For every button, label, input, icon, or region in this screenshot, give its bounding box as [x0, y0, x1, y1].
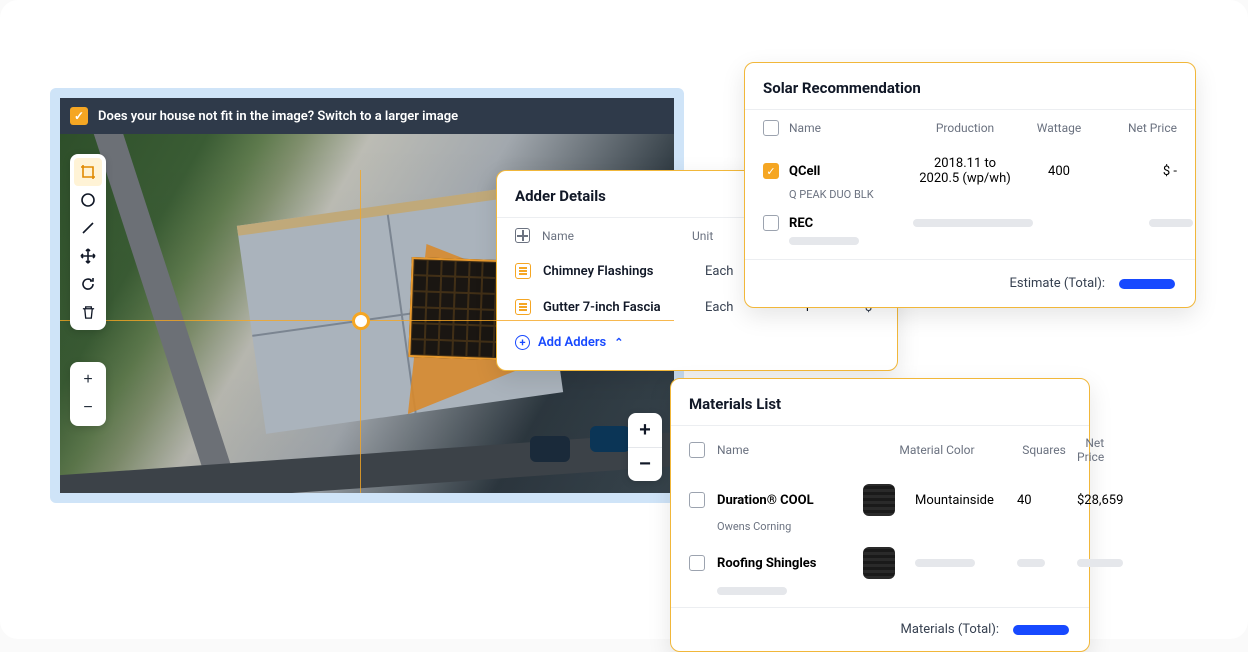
solar-name: QCell — [789, 164, 909, 179]
solar-production: 2018.11 to 2020.5 (wp/wh) — [913, 156, 1017, 186]
col-name: Name — [542, 229, 692, 243]
row-checkbox[interactable] — [689, 555, 705, 571]
col-net-price: Net Price — [1077, 436, 1104, 464]
solar-wattage: 400 — [1021, 164, 1097, 179]
material-net: $28,659 — [1077, 493, 1123, 508]
zoom-control: + − — [628, 413, 662, 481]
col-production: Production — [913, 121, 1017, 135]
crop-tool[interactable] — [74, 158, 102, 186]
tool-palette — [70, 154, 106, 330]
estimate-label: Estimate (Total): — [1009, 276, 1105, 291]
crosshair-center[interactable] — [352, 312, 370, 330]
solar-recommendation-card: Solar Recommendation Name Production Wat… — [744, 62, 1196, 308]
color-swatch[interactable] — [863, 547, 895, 579]
materials-list-card: Materials List Name Material Color Squar… — [670, 378, 1090, 652]
col-name: Name — [717, 443, 857, 457]
select-all-checkbox[interactable] — [689, 442, 705, 458]
materials-total — [1013, 625, 1069, 635]
note-icon — [515, 263, 531, 279]
materials-row[interactable]: Roofing Shingles — [671, 537, 1089, 607]
zoom-in-button[interactable]: + — [628, 413, 662, 447]
solar-row[interactable]: REC — [745, 205, 1195, 259]
map-banner[interactable]: ✓ Does your house not fit in the image? … — [60, 98, 674, 134]
row-checkbox[interactable]: ✓ — [763, 163, 779, 179]
circle-tool[interactable] — [74, 186, 102, 214]
materials-row[interactable]: Duration® COOL Mountainside 40 $28,659 O… — [671, 474, 1089, 537]
materials-total-label: Materials (Total): — [901, 622, 999, 637]
add-icon[interactable] — [515, 228, 530, 243]
rotate-tool[interactable] — [74, 270, 102, 298]
material-squares: 40 — [1017, 493, 1071, 508]
adder-name: Gutter 7-inch Fascia — [543, 300, 693, 315]
col-net-price: Net Price — [1101, 121, 1177, 135]
color-swatch[interactable] — [863, 484, 895, 516]
solar-name: REC — [789, 216, 909, 231]
crosshair-vertical — [360, 170, 361, 493]
materials-title: Materials List — [671, 379, 1089, 425]
adder-name: Chimney Flashings — [543, 264, 693, 279]
material-color: Mountainside — [915, 493, 1011, 508]
chevron-up-icon: ⌃ — [614, 336, 623, 349]
line-tool[interactable] — [74, 214, 102, 242]
move-tool[interactable] — [74, 242, 102, 270]
solar-sub: Q PEAK DUO BLK — [789, 188, 909, 201]
zoom-out-button[interactable]: − — [628, 447, 662, 481]
plus-circle-icon: + — [515, 335, 530, 350]
row-checkbox[interactable] — [689, 492, 705, 508]
zoom-out-left[interactable]: − — [74, 394, 102, 422]
material-sub: Owens Corning — [717, 520, 857, 533]
zoom-palette-left: + − — [70, 362, 106, 426]
col-wattage: Wattage — [1021, 121, 1097, 135]
solar-net: $ - — [1101, 164, 1177, 179]
material-name: Duration® COOL — [717, 493, 857, 508]
select-all-checkbox[interactable] — [763, 120, 779, 136]
banner-checkbox[interactable]: ✓ — [70, 107, 88, 125]
estimate-total — [1119, 279, 1175, 289]
col-name: Name — [789, 121, 909, 135]
solar-row[interactable]: ✓ QCell 2018.11 to 2020.5 (wp/wh) 400 $ … — [745, 146, 1195, 205]
zoom-in-left[interactable]: + — [74, 366, 102, 394]
col-color: Material Color — [863, 443, 1011, 457]
add-adders-button[interactable]: + Add Adders ⌃ — [497, 325, 897, 360]
col-unit: Unit — [692, 229, 752, 243]
material-name: Roofing Shingles — [717, 556, 857, 571]
note-icon — [515, 299, 531, 315]
col-squares: Squares — [1017, 443, 1071, 457]
delete-tool[interactable] — [74, 298, 102, 326]
banner-label: Does your house not fit in the image? Sw… — [98, 109, 458, 124]
solar-title: Solar Recommendation — [745, 63, 1195, 109]
row-checkbox[interactable] — [763, 215, 779, 231]
